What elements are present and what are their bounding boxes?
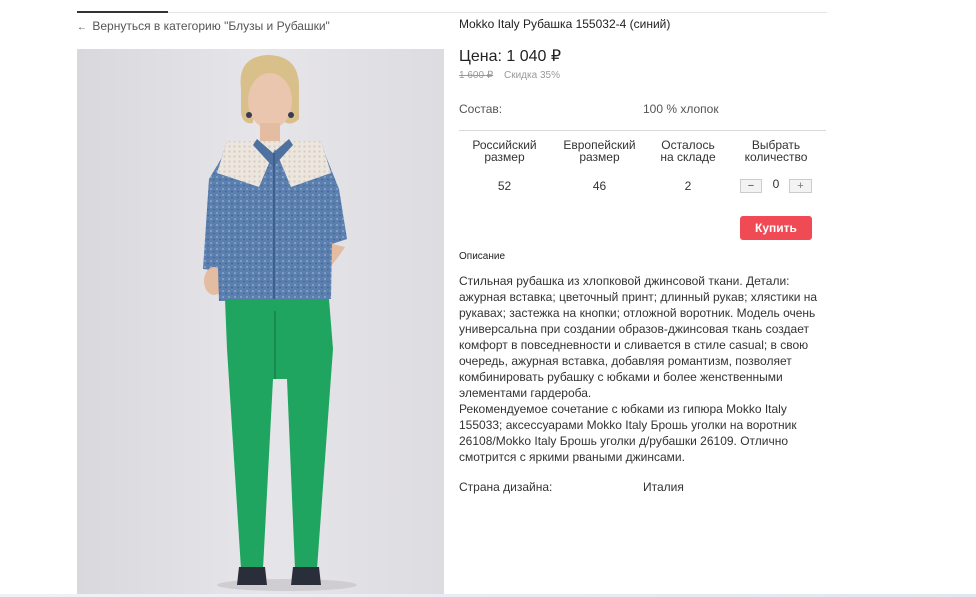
header-quantity-text: Выбрать количество — [744, 138, 808, 164]
country-value: Италия — [643, 480, 684, 494]
header-eu-size-text: Европейский размер — [563, 138, 636, 164]
header-stock: Осталось на складе — [646, 139, 730, 163]
header-stock-text: Осталось на складе — [660, 138, 716, 164]
quantity-increase-button[interactable]: + — [789, 179, 812, 193]
header-quantity: Выбрать количество — [730, 139, 822, 163]
product-price: Цена: 1 040 ₽ — [459, 48, 562, 65]
cell-stock: 2 — [684, 179, 692, 193]
description-text: Стильная рубашка из хлопковой джинсовой … — [459, 274, 818, 464]
header-ru-size: Российский размер — [459, 139, 550, 163]
discount-badge: Скидка 35% — [504, 70, 560, 81]
description-heading: Описание — [459, 251, 506, 262]
composition-label: Состав: — [459, 102, 503, 116]
quantity-decrease-button[interactable]: − — [740, 179, 762, 193]
product-photo[interactable] — [77, 49, 444, 597]
composition-value: 100 % хлопок — [643, 102, 719, 116]
cell-ru-size: 52 — [497, 179, 512, 193]
product-title: Mokko Italy Рубашка 155032-4 (синий) — [459, 17, 671, 31]
quantity-input[interactable]: 0 — [768, 177, 784, 191]
country-label: Страна дизайна: — [459, 480, 553, 494]
arrow-left-icon: ← — [77, 22, 87, 33]
back-to-category-link[interactable]: ← Вернуться в категорию "Блузы и Рубашки… — [77, 19, 330, 33]
table-divider — [459, 130, 826, 131]
cell-eu-size: 46 — [592, 179, 607, 193]
model-illustration — [203, 55, 357, 591]
back-link-label: Вернуться в категорию "Блузы и Рубашки" — [92, 19, 330, 33]
top-divider-accent — [77, 11, 168, 13]
top-divider — [77, 12, 827, 13]
header-ru-size-text: Российский размер — [472, 138, 537, 164]
buy-button[interactable]: Купить — [740, 216, 812, 240]
old-price: 1 600 ₽ — [459, 70, 494, 81]
header-eu-size: Европейский размер — [553, 139, 646, 163]
